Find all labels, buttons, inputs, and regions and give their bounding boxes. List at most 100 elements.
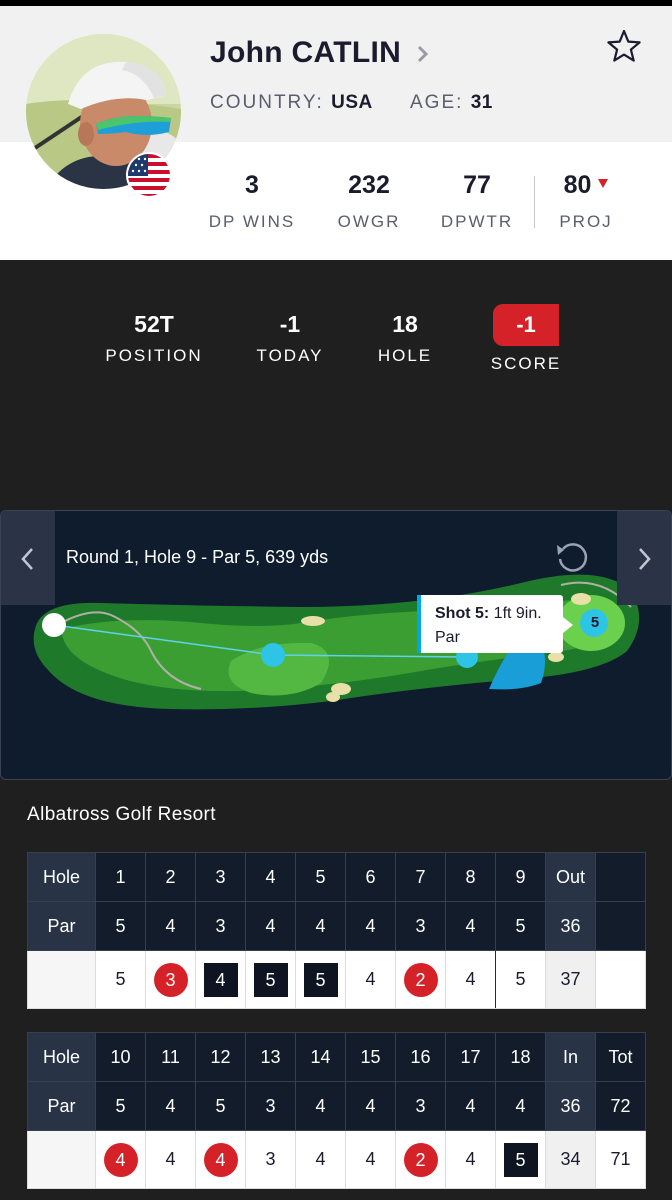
- hole-number: 6: [345, 852, 396, 902]
- tooltip-result: Par: [435, 629, 460, 646]
- favorite-star-icon[interactable]: [606, 28, 642, 64]
- holes-row: Hole 1 2 3 4 5 6 7 8 9 Out: [27, 852, 646, 902]
- stat-label: PROJ: [559, 212, 613, 231]
- par-value: 5: [195, 1081, 246, 1131]
- scorecard-front-nine: Hole 1 2 3 4 5 6 7 8 9 Out Par 5 4 3 4 4…: [27, 852, 646, 1009]
- birdie-score: 4: [103, 1142, 138, 1177]
- hole-number: 18: [495, 1032, 546, 1082]
- stat-value: 3: [245, 171, 259, 199]
- summary-label: SCORE: [490, 354, 562, 373]
- bogey-score: 4: [203, 962, 238, 997]
- par-row: Par 5 4 5 3 4 4 3 4 4 36 72: [27, 1081, 646, 1131]
- par-total: 36: [545, 901, 596, 951]
- hole-label: Hole: [27, 1032, 96, 1082]
- hole-number: 1: [95, 852, 146, 902]
- player-name[interactable]: John CATLIN: [210, 36, 401, 70]
- summary-value: 52T: [134, 311, 174, 337]
- par-value: 3: [195, 901, 246, 951]
- previous-hole-button[interactable]: [1, 511, 55, 605]
- par-value: 4: [145, 1081, 196, 1131]
- bogey-score: 5: [253, 962, 288, 997]
- player-country: COUNTRY: USA: [210, 92, 373, 114]
- stat-value: 80: [563, 171, 592, 199]
- hole-map[interactable]: Round 1, Hole 9 - Par 5, 639 yds Shot 5:…: [0, 510, 672, 780]
- par-value: 4: [495, 1081, 546, 1131]
- summary-label: POSITION: [105, 346, 203, 365]
- stat-label: DP WINS: [208, 212, 296, 231]
- score-value: 3: [245, 1130, 296, 1189]
- hole-number: 14: [295, 1032, 346, 1082]
- score-cell: 4: [195, 950, 246, 1009]
- par-value: 4: [295, 1081, 346, 1131]
- birdie-score: 2: [403, 962, 438, 997]
- score-cell: 5: [495, 1130, 546, 1189]
- stat-value: 232: [348, 171, 390, 199]
- score-value: 5: [495, 950, 546, 1009]
- age-label: AGE:: [410, 92, 464, 113]
- replay-icon[interactable]: [553, 539, 591, 575]
- score-value: 4: [445, 1130, 496, 1189]
- par-label: Par: [27, 901, 96, 951]
- shot-tooltip: Shot 5: 1ft 9in. Par: [417, 595, 573, 653]
- shot-marker-label[interactable]: 5: [581, 611, 609, 635]
- summary-position: 52T POSITION: [96, 310, 212, 366]
- chevron-right-icon: [639, 548, 651, 570]
- hole-number: 8: [445, 852, 496, 902]
- player-age: AGE: 31: [410, 92, 493, 114]
- stat-value: 77: [463, 171, 491, 199]
- summary-value: -1: [279, 311, 301, 337]
- hole-number: 9: [495, 852, 546, 902]
- stat-divider: [534, 176, 535, 228]
- empty-cell: [595, 950, 646, 1009]
- next-hole-button[interactable]: [617, 511, 671, 605]
- par-value: 3: [395, 901, 446, 951]
- par-total: 36: [545, 1081, 596, 1131]
- empty-cell: [595, 852, 646, 902]
- holes-row: Hole 10 11 12 13 14 15 16 17 18 In Tot: [27, 1032, 646, 1082]
- summary-value: 18: [392, 311, 418, 337]
- chevron-left-icon: [21, 548, 33, 570]
- score-value: 4: [295, 1130, 346, 1189]
- country-value: USA: [331, 92, 373, 113]
- score-cell: 4: [195, 1130, 246, 1189]
- par-value: 4: [345, 1081, 396, 1131]
- par-value: 5: [495, 901, 546, 951]
- par-value: 3: [245, 1081, 296, 1131]
- stat-label: DPWTR: [440, 212, 514, 231]
- par-value: 4: [445, 1081, 496, 1131]
- chevron-right-icon[interactable]: [414, 42, 432, 66]
- par-value: 4: [245, 901, 296, 951]
- usa-flag-icon: [126, 152, 172, 198]
- hole-number: 10: [95, 1032, 146, 1082]
- par-value: 3: [395, 1081, 446, 1131]
- stat-dp-wins: 3 DP WINS: [200, 170, 304, 232]
- score-value: 5: [95, 950, 146, 1009]
- trend-down-icon: [598, 179, 609, 188]
- bogey-score: 5: [303, 962, 338, 997]
- score-value: 4: [345, 1130, 396, 1189]
- score-value: 4: [345, 950, 396, 1009]
- score-cell: 5: [295, 950, 346, 1009]
- stat-owgr: 232 OWGR: [324, 170, 414, 232]
- tooltip-shot-label: Shot 5:: [435, 605, 490, 622]
- summary-today: -1 TODAY: [246, 310, 334, 366]
- hole-number: 2: [145, 852, 196, 902]
- birdie-score: 4: [203, 1142, 238, 1177]
- in-label: In: [545, 1032, 596, 1082]
- score-value: 4: [445, 950, 496, 1009]
- birdie-score: 2: [403, 1142, 438, 1177]
- score-row: 4 4 4 3 4 4 2 4 5 34 71: [27, 1130, 646, 1189]
- par-value: 4: [145, 901, 196, 951]
- summary-label: HOLE: [377, 346, 433, 365]
- course-name: Albatross Golf Resort: [27, 804, 216, 825]
- par-label: Par: [27, 1081, 96, 1131]
- summary-hole: 18 HOLE: [368, 310, 442, 366]
- stat-proj: 80 PROJ: [548, 170, 624, 232]
- stat-dpwtr: 77 DPWTR: [432, 170, 522, 232]
- score-cell: 5: [245, 950, 296, 1009]
- tot-label: Tot: [595, 1032, 646, 1082]
- score-cell: 4: [95, 1130, 146, 1189]
- empty-cell: [27, 950, 96, 1009]
- hole-number: 4: [245, 852, 296, 902]
- age-value: 31: [470, 92, 493, 113]
